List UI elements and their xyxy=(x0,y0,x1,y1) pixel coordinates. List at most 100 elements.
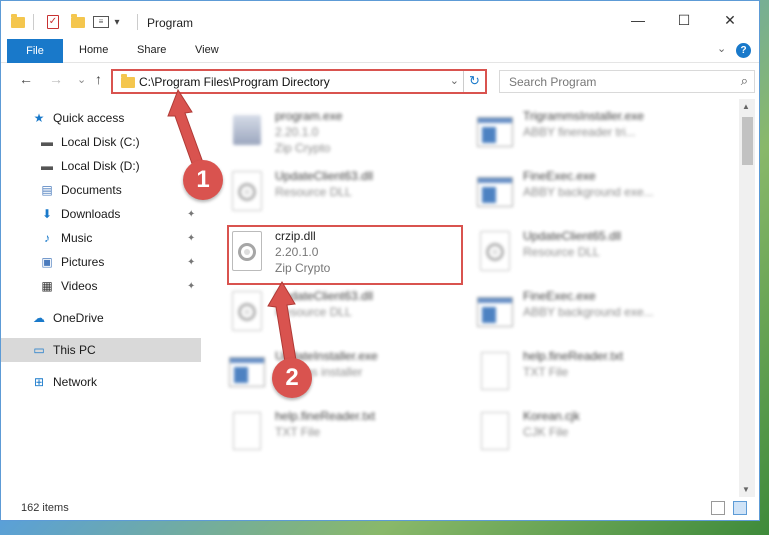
up-arrow-icon[interactable]: ↑ xyxy=(95,71,102,87)
highlight-box xyxy=(227,225,463,285)
scroll-up-icon[interactable]: ▲ xyxy=(742,102,750,111)
file-version: 2.20.1.0 xyxy=(275,125,319,139)
pin-icon[interactable]: ✦ xyxy=(187,209,195,220)
forward-arrow-icon[interactable]: → xyxy=(49,71,63,87)
file-type: TXT File xyxy=(523,365,569,379)
back-arrow-icon[interactable]: ← xyxy=(19,71,33,87)
file-item[interactable]: FineExec.exe ABBY background exe... xyxy=(451,165,691,221)
tab-home[interactable]: Home xyxy=(79,44,108,56)
sidebar-item-downloads[interactable]: ⬇ Downloads ✦ xyxy=(1,202,201,226)
file-name: UpdateClient63.dll xyxy=(275,289,374,303)
new-folder-icon[interactable] xyxy=(69,13,87,31)
file-item[interactable]: help.fineReader.txt TXT File xyxy=(451,345,691,401)
download-icon: ⬇ xyxy=(41,207,53,221)
program-icon xyxy=(229,109,265,155)
pc-icon: ▭ xyxy=(33,343,45,357)
search-icon[interactable]: ⌕ xyxy=(741,73,748,89)
address-path[interactable]: C:\Program Files\Program Directory xyxy=(139,75,330,89)
file-name: UpdateClient65.dll xyxy=(523,229,622,243)
network-icon: ⊞ xyxy=(33,375,45,389)
pin-icon[interactable]: ✦ xyxy=(187,233,195,244)
step-1-badge: 1 xyxy=(183,160,223,200)
sidebar-item-label: Music xyxy=(61,231,93,245)
txt-icon xyxy=(477,409,513,455)
file-description: Zip Crypto xyxy=(275,141,331,155)
file-item[interactable]: UpdateClient63.dll Resource DLL xyxy=(203,285,443,341)
sidebar-item-local-disk-d[interactable]: ▬ Local Disk (D:) xyxy=(1,154,201,178)
scroll-down-icon[interactable]: ▼ xyxy=(742,485,750,494)
step-2-badge: 2 xyxy=(272,358,312,398)
file-item[interactable]: UpdateClient65.dll Resource DLL xyxy=(451,225,691,281)
file-type: Resource DLL xyxy=(275,185,352,199)
minimize-button[interactable]: — xyxy=(615,1,661,39)
file-item[interactable]: program.exe 2.20.1.0 Zip Crypto xyxy=(203,105,443,161)
pictures-icon: ▣ xyxy=(41,255,53,269)
file-item[interactable]: TrigrammsInstaller.exe ABBY finereader t… xyxy=(451,105,691,161)
properties-check-icon[interactable]: ✓ xyxy=(45,13,61,31)
file-type: Resource DLL xyxy=(275,305,352,319)
exe-icon xyxy=(477,169,513,215)
drive-icon: ▬ xyxy=(41,135,53,149)
vertical-scrollbar[interactable]: ▲ ▼ xyxy=(739,99,755,497)
sidebar-item-documents[interactable]: ▤ Documents ✦ xyxy=(1,178,201,202)
quick-access-dropdown-icon[interactable]: ▾ xyxy=(111,13,123,31)
window-title: Program xyxy=(147,16,194,30)
file-type: Resource DLL xyxy=(523,245,600,259)
sidebar-item-quick-access[interactable]: ★ Quick access xyxy=(1,106,201,130)
star-icon: ★ xyxy=(33,111,45,125)
cloud-icon: ☁ xyxy=(33,311,45,325)
tab-view[interactable]: View xyxy=(195,44,219,56)
file-item[interactable]: UpdateClient63.dll Resource DLL xyxy=(203,165,443,221)
large-icons-view-icon[interactable] xyxy=(733,501,747,515)
sidebar-item-label: OneDrive xyxy=(53,311,104,325)
file-name: help.fineReader.txt xyxy=(523,349,624,363)
exe-icon xyxy=(477,109,513,155)
file-type: ABBY finereader tri... xyxy=(523,125,636,139)
details-view-icon[interactable] xyxy=(711,501,725,515)
title-bar: ✓ ≡ ▾ Program — ☐ ✕ xyxy=(1,1,759,39)
file-name: TrigrammsInstaller.exe xyxy=(523,109,644,123)
pin-icon[interactable]: ✦ xyxy=(187,281,195,292)
file-item[interactable]: FineExec.exe ABBY background exe... xyxy=(451,285,691,341)
exe-icon xyxy=(477,289,513,335)
maximize-button[interactable]: ☐ xyxy=(661,1,707,39)
address-bar[interactable]: C:\Program Files\Program Directory ⌄ ↻ xyxy=(111,69,487,94)
sidebar-item-videos[interactable]: ▦ Videos ✦ xyxy=(1,274,201,298)
sidebar-item-label: Downloads xyxy=(61,207,121,221)
file-name: Korean.cjk xyxy=(523,409,580,423)
file-item[interactable]: help.fineReader.txt TXT File xyxy=(203,405,443,461)
txt-icon xyxy=(229,409,265,455)
tab-share[interactable]: Share xyxy=(137,44,166,56)
sidebar-item-pictures[interactable]: ▣ Pictures ✦ xyxy=(1,250,201,274)
documents-icon: ▤ xyxy=(41,183,53,197)
sidebar-item-this-pc[interactable]: ▭ This PC xyxy=(1,338,201,362)
sidebar-item-local-disk-c[interactable]: ▬ Local Disk (C:) xyxy=(1,130,201,154)
folder-icon[interactable] xyxy=(9,13,27,31)
file-name: help.fineReader.txt xyxy=(275,409,376,423)
tab-file[interactable]: File xyxy=(7,39,63,63)
scrollbar-thumb[interactable] xyxy=(742,117,753,165)
file-name: UpdateClient63.dll xyxy=(275,169,374,183)
ribbon: File Home Share View ⌄ ? xyxy=(1,39,759,63)
file-item[interactable]: UpdateInstaller.exe updates installer xyxy=(203,345,443,401)
file-type: ABBY background exe... xyxy=(523,185,654,199)
customize-view-icon[interactable]: ≡ xyxy=(91,13,111,31)
address-dropdown-icon[interactable]: ⌄ xyxy=(450,74,459,87)
search-input[interactable]: Search Program ⌕ xyxy=(499,70,755,93)
file-name: program.exe xyxy=(275,109,343,123)
explorer-window: ✓ ≡ ▾ Program — ☐ ✕ File Home Share View… xyxy=(0,0,760,521)
close-button[interactable]: ✕ xyxy=(707,1,753,39)
sidebar-item-network[interactable]: ⊞ Network xyxy=(1,370,201,394)
sidebar-item-label: Documents xyxy=(61,183,122,197)
expand-ribbon-icon[interactable]: ⌄ xyxy=(717,42,726,55)
refresh-icon[interactable]: ↻ xyxy=(463,71,485,92)
dll-icon xyxy=(229,289,265,335)
sidebar-item-music[interactable]: ♪ Music ✦ xyxy=(1,226,201,250)
sidebar-item-label: Quick access xyxy=(53,111,125,125)
pin-icon[interactable]: ✦ xyxy=(187,257,195,268)
sidebar-item-onedrive[interactable]: ☁ OneDrive xyxy=(1,306,201,330)
recent-locations-icon[interactable]: ⌄ xyxy=(77,73,86,86)
help-icon[interactable]: ? xyxy=(736,43,751,58)
exe-icon xyxy=(229,349,265,395)
file-item[interactable]: Korean.cjk CJK File xyxy=(451,405,691,461)
